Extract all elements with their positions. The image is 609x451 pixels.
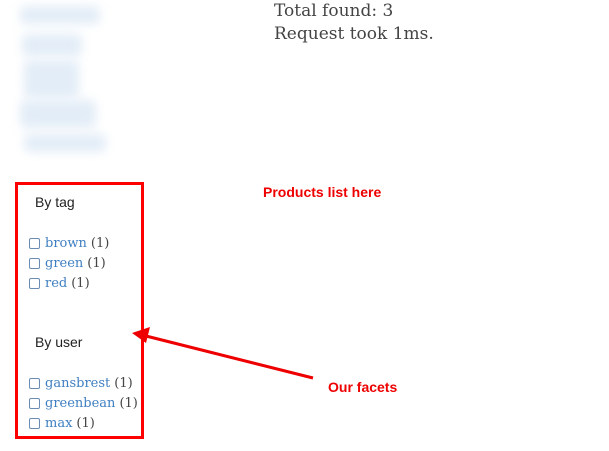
arrow-icon <box>132 327 314 380</box>
